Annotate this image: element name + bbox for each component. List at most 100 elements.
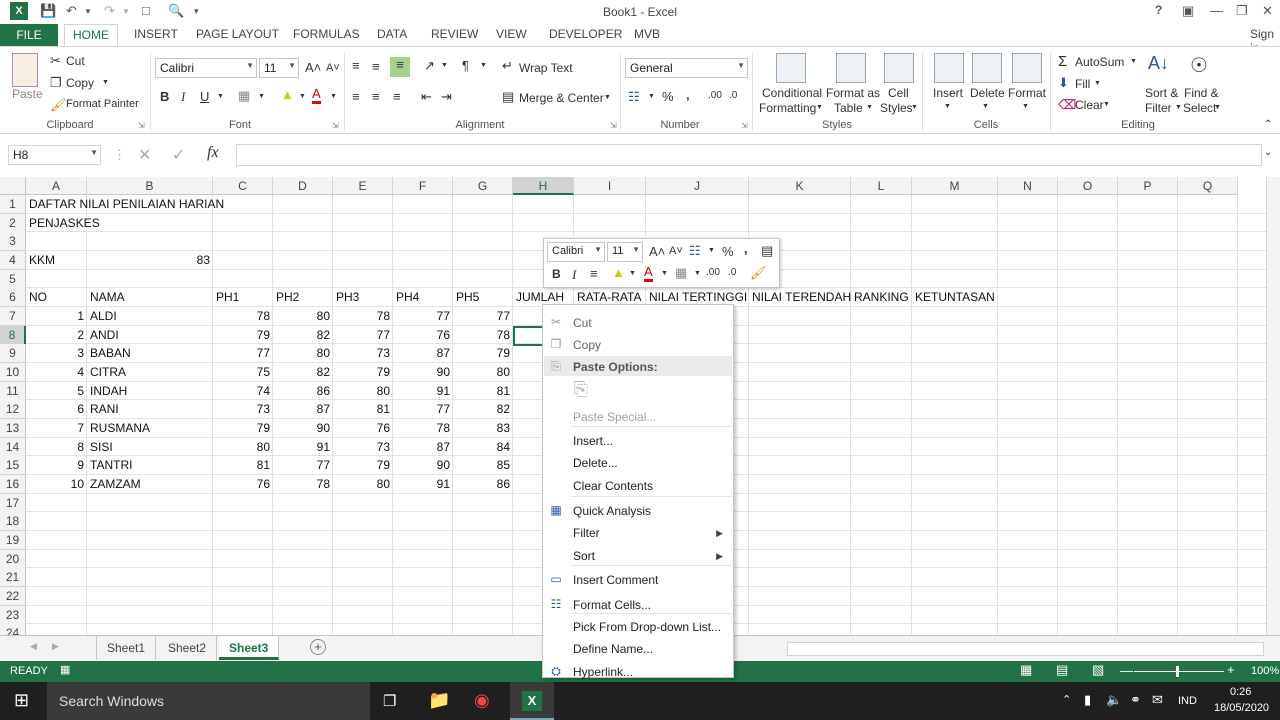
score-cell[interactable]: 83 xyxy=(453,419,513,438)
mini-format-painter-icon[interactable]: 🖌 xyxy=(750,265,767,281)
format-cells-button[interactable]: Format xyxy=(1008,86,1046,100)
score-cell[interactable]: 80 xyxy=(333,382,393,401)
select-all-corner[interactable] xyxy=(0,177,26,195)
mini-format-table-icon[interactable]: ▤ xyxy=(761,243,773,259)
name-cell[interactable]: ZAMZAM xyxy=(87,475,213,494)
sheet-tab-sheet1[interactable]: Sheet1 xyxy=(96,636,157,660)
show-hidden-icons[interactable]: ⌃ xyxy=(1062,693,1071,706)
score-cell[interactable]: 79 xyxy=(213,326,273,345)
mini-comma-icon[interactable]: , xyxy=(744,241,748,256)
confirm-entry-icon[interactable]: ✓ xyxy=(172,145,185,165)
row-header-12[interactable]: 12 xyxy=(0,400,26,420)
name-cell[interactable]: INDAH xyxy=(87,382,213,401)
column-header-i[interactable]: I xyxy=(574,177,646,195)
row-header-22[interactable]: 22 xyxy=(0,587,26,607)
alignment-launcher-icon[interactable]: ⇲ xyxy=(610,121,617,130)
fill-color-icon[interactable]: ▲ xyxy=(281,87,294,102)
align-right-icon[interactable]: ≡ xyxy=(393,89,401,104)
score-cell[interactable]: 78 xyxy=(393,419,453,438)
row-header-7[interactable]: 7 xyxy=(0,307,26,327)
header-cell[interactable]: PH4 xyxy=(393,288,453,307)
menu-item-cut[interactable]: Cut xyxy=(573,316,592,330)
conditional-dropdown-icon[interactable]: ▼ xyxy=(816,104,823,111)
font-color-dropdown-icon[interactable]: ▼ xyxy=(330,93,337,100)
mini-increase-decimal-icon[interactable]: .00 xyxy=(706,267,720,278)
wrap-text-button[interactable]: Wrap Text xyxy=(519,61,573,75)
score-cell[interactable]: 91 xyxy=(273,438,333,457)
no-cell[interactable]: 7 xyxy=(26,419,87,438)
sheet-tab-sheet3[interactable]: Sheet3 xyxy=(219,636,280,660)
score-cell[interactable]: 74 xyxy=(213,382,273,401)
delete-cells-dropdown-icon[interactable]: ▼ xyxy=(982,103,989,110)
mini-italic-icon[interactable]: I xyxy=(572,267,576,283)
merge-center-button[interactable]: Merge & Center xyxy=(519,91,604,105)
name-cell[interactable]: RUSMANA xyxy=(87,419,213,438)
tab-developer[interactable]: DEVELOPER xyxy=(549,27,622,41)
format-as-label[interactable]: Format as xyxy=(826,86,880,100)
menu-item-sort[interactable]: Sort xyxy=(573,549,595,563)
row-header-2[interactable]: 2 xyxy=(0,213,26,233)
mini-fill-dropdown-icon[interactable]: ▼ xyxy=(629,270,636,277)
column-header-d[interactable]: D xyxy=(273,177,333,195)
bold-icon[interactable]: B xyxy=(160,89,169,104)
header-cell[interactable]: RANKING xyxy=(851,288,912,307)
mini-font-color-dropdown-icon[interactable]: ▼ xyxy=(661,270,668,277)
decrease-font-icon[interactable]: A˅ xyxy=(326,62,340,74)
merge-dropdown-icon[interactable]: ▼ xyxy=(604,94,611,101)
fill-button[interactable]: Fill xyxy=(1075,77,1090,91)
mini-bold-icon[interactable]: B xyxy=(552,267,561,281)
tab-review[interactable]: REVIEW xyxy=(431,27,478,41)
row-header-24[interactable]: 24 xyxy=(0,624,26,635)
number-launcher-icon[interactable]: ⇲ xyxy=(741,121,748,130)
mini-decrease-decimal-icon[interactable]: .0 xyxy=(728,267,736,278)
no-cell[interactable]: 9 xyxy=(26,456,87,475)
orientation-icon[interactable]: ↗ xyxy=(424,58,435,74)
align-center-icon[interactable]: ≡ xyxy=(372,89,380,104)
no-cell[interactable]: 2 xyxy=(26,326,87,345)
fill-dropdown-icon[interactable]: ▼ xyxy=(1094,80,1101,87)
mini-align-center-icon[interactable]: ≡ xyxy=(590,266,598,281)
font-size-combo[interactable]: 11 ▼ xyxy=(259,58,299,78)
row-header-17[interactable]: 17 xyxy=(0,493,26,513)
score-cell[interactable]: 87 xyxy=(393,438,453,457)
score-cell[interactable]: 79 xyxy=(453,344,513,363)
row-header-1[interactable]: 1 xyxy=(0,195,26,214)
score-cell[interactable]: 80 xyxy=(273,307,333,326)
score-cell[interactable]: 78 xyxy=(213,307,273,326)
score-cell[interactable]: 90 xyxy=(273,419,333,438)
column-header-h[interactable]: H xyxy=(513,177,574,195)
tab-home[interactable]: HOME xyxy=(64,24,118,47)
score-cell[interactable]: 77 xyxy=(393,400,453,419)
menu-item-insert[interactable]: Insert... xyxy=(573,434,613,448)
row-header-3[interactable]: 3 xyxy=(0,232,26,252)
cancel-entry-icon[interactable]: ✕ xyxy=(138,145,151,165)
name-cell[interactable]: ANDI xyxy=(87,326,213,345)
score-cell[interactable]: 90 xyxy=(393,456,453,475)
autosum-dropdown-icon[interactable]: ▼ xyxy=(1130,58,1137,65)
score-cell[interactable]: 86 xyxy=(453,475,513,494)
name-cell[interactable]: SISI xyxy=(87,438,213,457)
mini-borders-icon[interactable]: ▦ xyxy=(675,265,687,281)
score-cell[interactable]: 80 xyxy=(213,438,273,457)
score-cell[interactable]: 77 xyxy=(333,326,393,345)
score-cell[interactable]: 85 xyxy=(453,456,513,475)
score-cell[interactable]: 91 xyxy=(393,382,453,401)
decrease-indent-icon[interactable]: ⇤ xyxy=(421,89,432,105)
score-cell[interactable]: 90 xyxy=(393,363,453,382)
menu-item-copy[interactable]: Copy xyxy=(573,338,601,352)
comma-style-icon[interactable]: ‚ xyxy=(686,87,690,102)
score-cell[interactable]: 87 xyxy=(393,344,453,363)
row-header-4[interactable]: 4 xyxy=(0,251,26,270)
header-cell[interactable]: NILAI TERENDAH xyxy=(749,288,851,307)
windows-start-icon[interactable]: ⊞ xyxy=(14,690,29,711)
mini-borders-dropdown-icon[interactable]: ▼ xyxy=(694,270,701,277)
header-cell[interactable]: KETUNTASAN xyxy=(912,288,998,307)
row-header-11[interactable]: 11 xyxy=(0,381,26,401)
tab-insert[interactable]: INSERT xyxy=(134,27,178,41)
mini-font-color-icon[interactable]: A xyxy=(644,265,653,282)
score-cell[interactable]: 86 xyxy=(273,382,333,401)
column-header-c[interactable]: C xyxy=(213,177,273,195)
name-box[interactable]: H8 ▼ xyxy=(8,145,101,165)
fill-color-dropdown-icon[interactable]: ▼ xyxy=(299,93,306,100)
column-header-l[interactable]: L xyxy=(851,177,912,195)
